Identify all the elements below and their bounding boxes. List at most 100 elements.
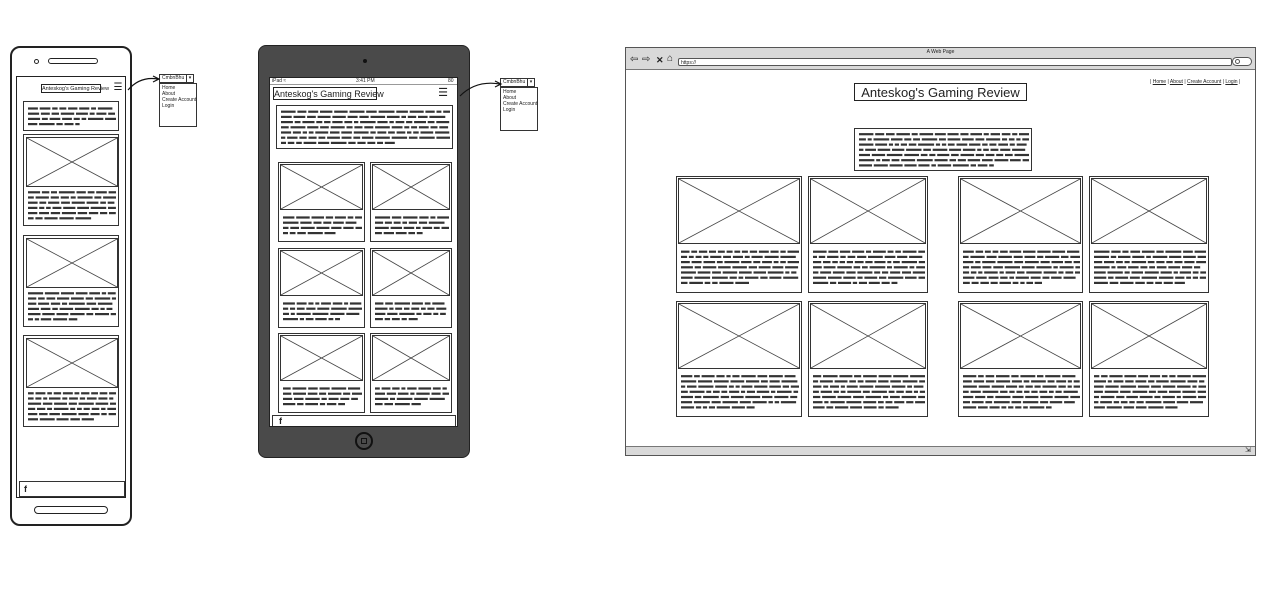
greeked-word: [846, 261, 853, 264]
greeked-word: [732, 255, 743, 258]
desktop-card[interactable]: [676, 301, 802, 417]
greeked-word: [703, 261, 716, 264]
greeked-word: [332, 115, 346, 118]
greeked-word: [970, 164, 976, 167]
greeked-word: [975, 261, 981, 264]
close-icon[interactable]: ✕: [656, 55, 664, 65]
greeked-word: [319, 387, 330, 390]
greeked-word: [1154, 395, 1161, 399]
greeked-word: [61, 413, 77, 416]
greeked-word: [694, 266, 701, 269]
greeked-word: [873, 250, 886, 253]
greeked-word: [1031, 390, 1038, 393]
greeked-word: [857, 276, 863, 279]
greeked-word: [51, 112, 59, 115]
nav-link-create-account[interactable]: Create Account: [1187, 79, 1221, 85]
home-icon[interactable]: ⌂: [667, 54, 673, 64]
resize-grip-icon[interactable]: ⇲: [1245, 447, 1251, 455]
desktop-card[interactable]: [676, 176, 802, 293]
greeked-word: [293, 115, 306, 118]
greeked-word: [299, 318, 304, 321]
desktop-card[interactable]: [958, 176, 1083, 293]
greeked-word: [68, 302, 85, 305]
greeked-word: [319, 403, 326, 406]
forward-arrow-icon[interactable]: ⇨: [642, 55, 650, 65]
desktop-card[interactable]: [1089, 301, 1209, 417]
greeked-word: [327, 136, 340, 139]
desktop-card[interactable]: [808, 301, 928, 417]
greeked-word: [107, 407, 116, 410]
phone-dropdown[interactable]: CmbnBhu ▾ Home About Create Account Logi…: [159, 74, 197, 128]
greeked-word: [34, 318, 40, 321]
desktop-card[interactable]: [1089, 176, 1209, 293]
greeked-word: [64, 123, 74, 126]
greeked-word: [998, 143, 1008, 146]
tablet-hamburger-icon[interactable]: ☰: [437, 88, 449, 100]
greeked-word: [689, 281, 703, 284]
greeked-word: [331, 387, 347, 390]
greeked-word: [708, 406, 715, 409]
nav-link-home[interactable]: Home: [1153, 79, 1166, 85]
back-arrow-icon[interactable]: ⇦: [630, 55, 638, 65]
greeked-word: [1012, 281, 1019, 284]
greeked-word: [1120, 281, 1134, 284]
greeked-word: [28, 397, 34, 400]
greeked-word: [918, 261, 925, 264]
search-box[interactable]: [1232, 57, 1252, 66]
facebook-icon[interactable]: f: [279, 416, 282, 426]
tablet-card[interactable]: [278, 248, 365, 328]
desktop-card[interactable]: [808, 176, 928, 293]
tablet-card[interactable]: [278, 333, 365, 413]
dropdown-select[interactable]: CmbnBhu: [500, 78, 528, 87]
greeked-word: [418, 115, 428, 118]
greeked-word: [835, 406, 849, 409]
menu-item-login[interactable]: Login: [162, 103, 194, 109]
phone-hamburger-icon[interactable]: ☰: [113, 83, 123, 93]
tablet-card[interactable]: [370, 333, 452, 413]
greeked-word: [893, 375, 909, 378]
greeked-word: [886, 153, 903, 157]
greeked-word: [1000, 390, 1008, 393]
greeked-word: [394, 302, 410, 305]
menu-item-login[interactable]: Login: [503, 107, 535, 113]
facebook-icon[interactable]: f: [24, 484, 27, 494]
greeked-word: [746, 380, 760, 383]
greeked-word: [1016, 138, 1021, 141]
greeked-word: [902, 271, 911, 274]
nav-link-about[interactable]: About: [1170, 79, 1183, 85]
phone-card[interactable]: [23, 235, 119, 327]
greeked-word: [863, 406, 877, 409]
greeked-word: [1190, 401, 1203, 404]
greeked-word: [850, 406, 862, 409]
tablet-card[interactable]: [370, 248, 452, 328]
greeked-word: [726, 375, 731, 378]
dropdown-select[interactable]: CmbnBhu: [159, 74, 187, 83]
greeked-word: [48, 201, 60, 204]
greeked-word: [297, 232, 306, 235]
greeked-word: [859, 133, 874, 136]
greeked-word: [370, 115, 386, 118]
greeked-word: [62, 392, 73, 395]
greeked-word: [303, 141, 317, 144]
greeked-word: [367, 141, 376, 144]
tablet-card[interactable]: [370, 162, 452, 242]
chevron-down-icon[interactable]: ▾: [186, 74, 194, 83]
tablet-home-button[interactable]: [355, 432, 373, 450]
phone-card[interactable]: [23, 335, 119, 427]
greeked-word: [693, 401, 710, 404]
address-bar[interactable]: https://: [678, 58, 1232, 66]
chevron-down-icon[interactable]: ▾: [527, 78, 535, 87]
phone-card[interactable]: [23, 134, 119, 226]
greeked-word: [1012, 133, 1018, 136]
greeked-word: [1105, 385, 1119, 388]
nav-link-login[interactable]: Login: [1225, 79, 1237, 85]
greeked-word: [1162, 395, 1175, 399]
desktop-card[interactable]: [958, 301, 1083, 417]
greeked-word: [427, 121, 435, 124]
tablet-dropdown[interactable]: CmbnBhu ▾ Home About Create Account Logi…: [500, 78, 538, 132]
greeked-word: [404, 307, 410, 310]
greeked-word: [947, 138, 961, 141]
greeked-word: [787, 261, 799, 264]
tablet-card[interactable]: [278, 162, 365, 242]
greeked-word: [46, 297, 56, 300]
